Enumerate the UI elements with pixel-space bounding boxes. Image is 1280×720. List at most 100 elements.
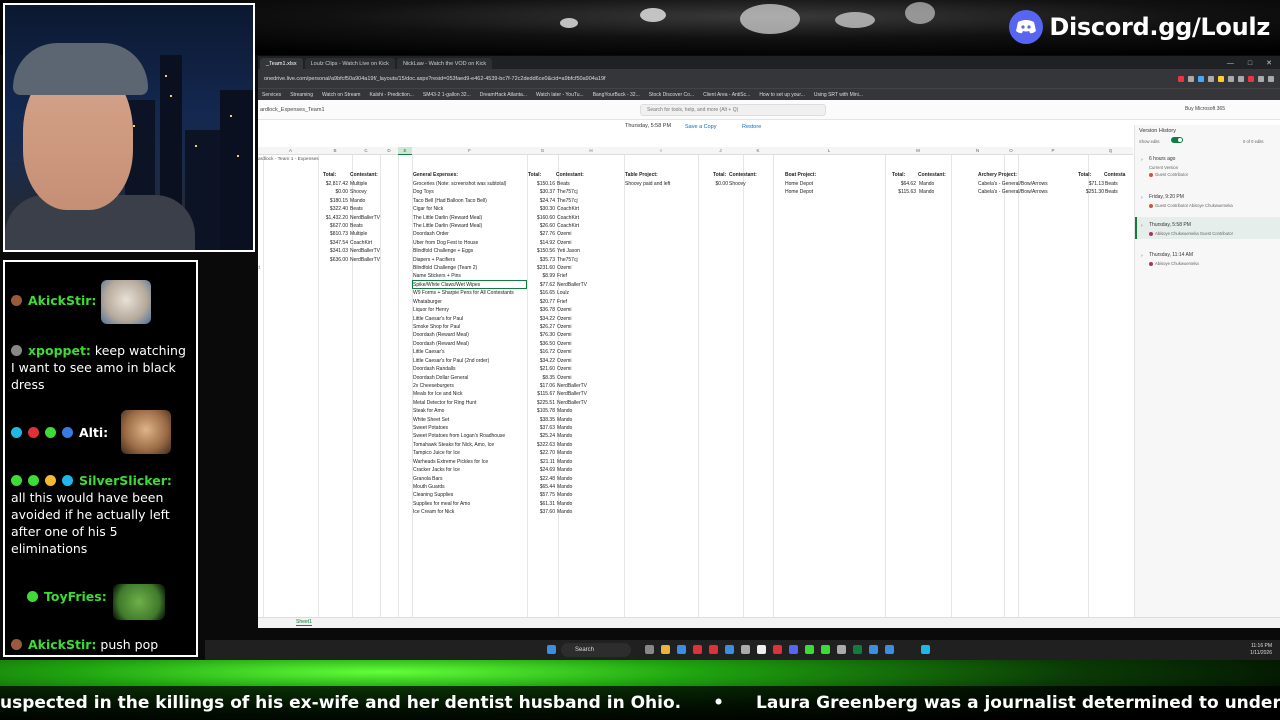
column-header-h[interactable]: H [558,147,624,155]
cell-amount[interactable]: $225.51 [513,399,555,407]
cell-contestant[interactable]: The757cj [557,197,578,205]
cell-contestant[interactable]: Loulz [557,289,569,297]
file-explorer-icon[interactable] [661,645,670,654]
cell-amount[interactable]: $65.44 [513,483,555,491]
cell-expense-name[interactable]: Taco Bell (Had Balloon Taco Bell) [413,197,487,205]
cell-contestant[interactable]: Mando [557,441,572,449]
cell-contestant[interactable]: Multiple [350,230,367,238]
sheet-tab[interactable]: Sheet1 [296,619,312,626]
taskbar-search[interactable]: Search [561,643,631,657]
cell-total[interactable]: $64.62 [876,180,916,188]
cell-total[interactable]: $322.40 [308,205,348,213]
cell-contestant[interactable]: Ozemi [557,340,571,348]
cell-contestant[interactable]: Mando [557,416,572,424]
cell-expense-name[interactable]: 2x Cheeseburgers [413,382,454,390]
cell-amount[interactable]: $115.67 [513,390,555,398]
bookmark-item[interactable]: Streaming [290,92,313,98]
cell-amount[interactable]: $16.72 [513,348,555,356]
header-contestant[interactable]: Contestant: [350,171,378,179]
cell-contestant[interactable]: Mando [557,407,572,415]
column-header-c[interactable]: C [352,147,380,155]
app-icon[interactable] [869,645,878,654]
cell-amount[interactable]: $61.31 [513,500,555,508]
cell-contestant[interactable]: Ozemi [557,331,571,339]
cell-contestant[interactable]: CoachKirt [557,214,579,222]
extension-icon[interactable] [1268,75,1274,82]
cell-amount[interactable]: $35.73 [513,256,555,264]
bookmark-item[interactable]: Stock Discover Co... [649,92,694,98]
cell-amount[interactable]: $27.76 [513,230,555,238]
cell-contestant[interactable]: Ozemi [557,348,571,356]
cell-contestant[interactable]: NerdBallerTV [350,214,380,222]
tab-nicklaw-vod[interactable]: NickLaw - Watch the VOD on Kick [396,58,493,69]
app-icon[interactable] [885,645,894,654]
cell-amount[interactable]: $150.16 [513,180,555,188]
document-name[interactable]: ardlock_Expenses_Team1 [260,107,325,113]
cell-contestant[interactable]: Ozemi [557,323,571,331]
cell-amount[interactable]: $24.74 [513,197,555,205]
cell-expense-name[interactable]: Smoke Shop for Paul [413,323,460,331]
cell-archery-item[interactable]: Cabela's - General/Bow/Arrows [978,188,1048,196]
cell-contestant[interactable]: Ozemi [557,230,571,238]
cell-contestant[interactable]: NerdBallerTV [557,382,587,390]
app-icon[interactable] [757,645,766,654]
cell-contestant[interactable]: Mando [557,432,572,440]
cell-expense-name[interactable]: Supplies for meal for Amo [413,500,470,508]
cell-contestant[interactable]: Mando [557,458,572,466]
cell-archery-item[interactable]: Cabela's - General/Bow/Arrows [978,180,1048,188]
cell-total[interactable]: $71.13 [1064,180,1104,188]
bookmark-item[interactable]: Watch on Stream [322,92,360,98]
cell-amount[interactable]: $76.30 [513,331,555,339]
minimize-icon[interactable]: — [1227,60,1234,67]
extension-icon[interactable] [1228,75,1234,82]
cell-amount[interactable]: $26.60 [513,222,555,230]
cell-amount[interactable]: $34.22 [513,357,555,365]
cell-contestant[interactable]: NerdBallerTV [350,247,380,255]
cell-contestant[interactable]: Mando [557,483,572,491]
cell-total[interactable]: $180.15 [308,197,348,205]
bookmark-item[interactable]: How to set up your... [759,92,805,98]
side-label[interactable]: Horse Ride Project [258,264,260,272]
cell-amount[interactable]: $37.60 [513,508,555,516]
show-edits-toggle[interactable] [1171,137,1183,143]
column-header-o[interactable]: O [1004,147,1018,155]
extension-icon[interactable] [1248,75,1254,82]
cell-expense-name[interactable]: Cigar for Nick [413,205,443,213]
cell-contestant[interactable]: NerdBallerTV [350,256,380,264]
cell-amount[interactable]: $34.22 [513,315,555,323]
restore-button[interactable]: Restore [742,122,761,132]
cell-amount[interactable]: $231.60 [513,264,555,272]
column-header-e[interactable]: E [398,147,412,155]
tab-spreadsheet[interactable]: _Team1.xlsx [260,58,303,69]
cell-expense-name[interactable]: Meals for Ice and Nick [413,390,462,398]
cell-amount[interactable]: $22.48 [513,475,555,483]
bookmark-item[interactable]: Client Area - AntiSc... [703,92,750,98]
url-field[interactable]: onedrive.live.com/personal/a9bfcf50a904a… [264,76,606,82]
app-icon[interactable] [921,645,930,654]
header-total[interactable]: Total: [892,171,905,179]
cell-expense-name[interactable]: Diapers + Pacifiers [413,256,455,264]
cell-amount[interactable]: $160.60 [513,214,555,222]
browser-icon[interactable] [725,645,734,654]
cell-amount[interactable]: $8.35 [513,374,555,382]
bookmark-item[interactable]: Watch later - YouTu... [536,92,584,98]
extension-icon[interactable] [1178,75,1184,82]
cell-expense-name[interactable]: Doordash Randalls [413,365,456,373]
column-header-n[interactable]: N [951,147,1004,155]
cell-expense-name[interactable]: Little Caesar's for Paul (2nd order) [413,357,489,365]
cell-expense-name[interactable]: Blindfold Challenge + Eggs [413,247,473,255]
header-total[interactable]: Total: [713,171,726,179]
header-contestant[interactable]: Contestant: [556,171,584,179]
cell-contestant[interactable]: NerdBallerTV [557,399,587,407]
app-icon[interactable] [709,645,718,654]
cell-amount[interactable]: $57.75 [513,491,555,499]
app-icon[interactable] [693,645,702,654]
cell-contestant[interactable]: Frief [557,298,567,306]
save-copy-button[interactable]: Save a Copy [685,122,717,132]
selected-cell[interactable] [412,279,527,289]
extension-icon[interactable] [1238,75,1244,82]
column-header-i[interactable]: I [624,147,698,155]
cell-expense-name[interactable]: Warheads Extreme Pickles for Ice [413,458,488,466]
app-icon[interactable] [805,645,814,654]
cell-contestant[interactable]: Beats [557,180,570,188]
